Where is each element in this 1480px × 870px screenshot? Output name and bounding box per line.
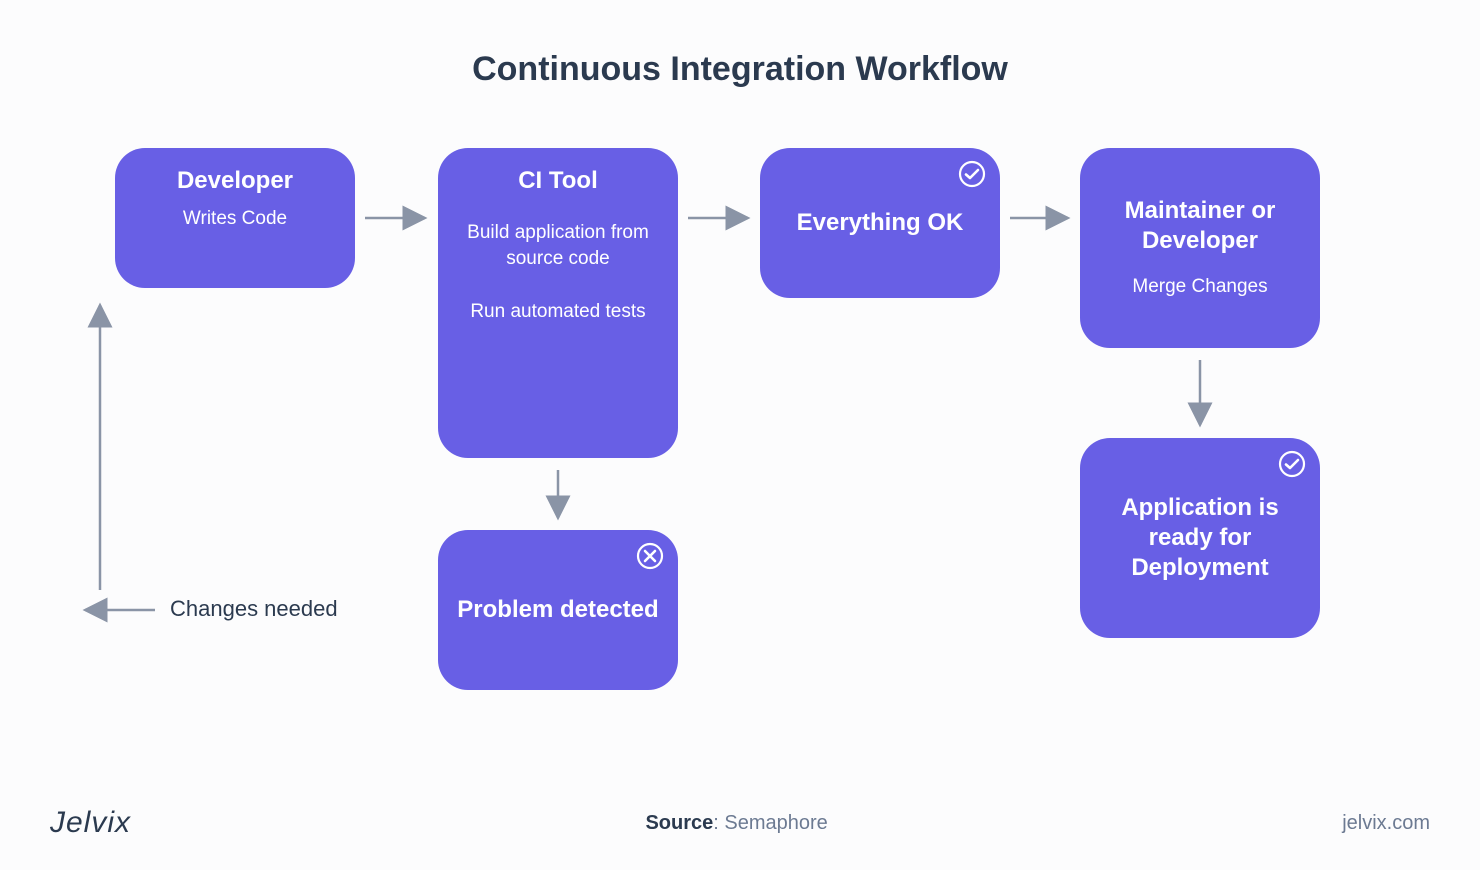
cross-icon [636, 542, 664, 570]
node-problem-heading: Problem detected [457, 595, 658, 625]
node-ready: Application is ready for Deployment [1080, 438, 1320, 638]
node-developer: Developer Writes Code [115, 148, 355, 288]
node-ci-tool-sub2: Run automated tests [470, 299, 645, 325]
node-ready-heading: Application is ready for Deployment [1094, 493, 1306, 583]
check-icon [1278, 450, 1306, 478]
arrows-layer [0, 0, 1480, 870]
node-problem: Problem detected [438, 530, 678, 690]
label-changes-needed: Changes needed [170, 596, 338, 622]
node-maintainer: Maintainer or Developer Merge Changes [1080, 148, 1320, 348]
node-everything-ok: Everything OK [760, 148, 1000, 298]
source-value: Semaphore [724, 812, 827, 834]
node-ci-tool: CI Tool Build application from source co… [438, 148, 678, 458]
node-developer-heading: Developer [177, 166, 293, 196]
footer: Jelvix Source: Semaphore jelvix.com [0, 806, 1480, 840]
node-maintainer-heading: Maintainer or Developer [1094, 196, 1306, 256]
node-ci-tool-sub1: Build application from source code [452, 220, 664, 271]
check-icon [958, 160, 986, 188]
brand-url: jelvix.com [1342, 812, 1430, 835]
brand-logo: Jelvix [50, 806, 131, 840]
node-developer-sub: Writes Code [183, 206, 287, 232]
node-ok-heading: Everything OK [797, 208, 964, 238]
source-label: Source [645, 812, 713, 834]
node-ci-tool-heading: CI Tool [518, 166, 598, 196]
diagram-canvas: Developer Writes Code CI Tool Build appl… [0, 0, 1480, 870]
node-maintainer-sub: Merge Changes [1132, 274, 1267, 300]
source-attribution: Source: Semaphore [645, 812, 827, 835]
